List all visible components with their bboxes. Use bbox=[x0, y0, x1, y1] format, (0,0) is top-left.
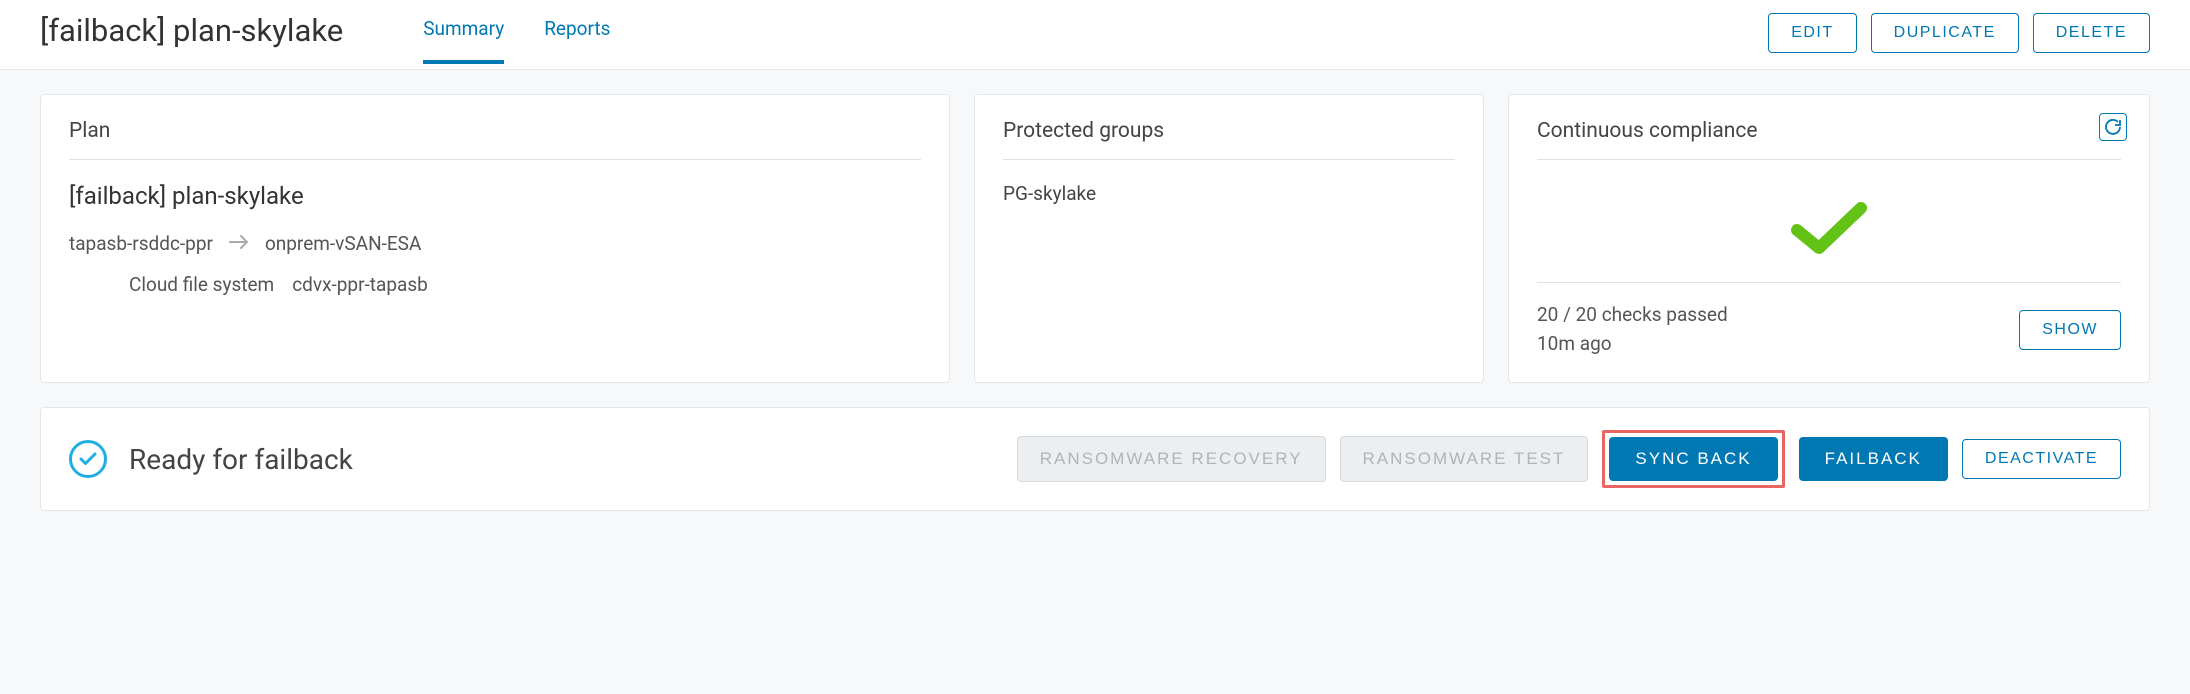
compliance-card: Continuous compliance 20 / 20 checks pas… bbox=[1508, 94, 2150, 383]
ransomware-test-button: RANSOMWARE TEST bbox=[1340, 436, 1589, 482]
pg-card-title: Protected groups bbox=[1003, 119, 1455, 160]
page-header: [failback] plan-skylake Summary Reports … bbox=[0, 0, 2190, 70]
cc-footer: 20 / 20 checks passed 10m ago SHOW bbox=[1537, 282, 2121, 358]
failback-button[interactable]: FAILBACK bbox=[1799, 437, 1948, 481]
edit-button[interactable]: EDIT bbox=[1768, 13, 1856, 53]
tabs: Summary Reports bbox=[423, 17, 610, 64]
plan-target: onprem-vSAN-ESA bbox=[265, 232, 421, 255]
show-button[interactable]: SHOW bbox=[2019, 310, 2121, 350]
page-title: [failback] plan-skylake bbox=[40, 12, 343, 69]
pg-item: PG-skylake bbox=[1003, 182, 1455, 205]
cc-summary: 20 / 20 checks passed 10m ago bbox=[1537, 301, 1728, 358]
plan-card-title: Plan bbox=[69, 119, 921, 160]
plan-cfs-value: cdvx-ppr-tapasb bbox=[292, 273, 428, 296]
compliance-status-icon-wrap bbox=[1537, 182, 2121, 282]
sync-back-button[interactable]: SYNC BACK bbox=[1609, 437, 1777, 481]
status-actions: RANSOMWARE RECOVERY RANSOMWARE TEST SYNC… bbox=[1017, 430, 2121, 488]
status-bar: Ready for failback RANSOMWARE RECOVERY R… bbox=[40, 407, 2150, 511]
plan-source: tapasb-rsddc-ppr bbox=[69, 232, 213, 255]
plan-cfs: Cloud file system cdvx-ppr-tapasb bbox=[69, 273, 921, 296]
status-text: Ready for failback bbox=[129, 443, 353, 476]
plan-name: [failback] plan-skylake bbox=[69, 182, 921, 210]
status-ok-icon bbox=[69, 440, 107, 478]
check-success-icon bbox=[1789, 200, 1869, 256]
refresh-icon[interactable] bbox=[2099, 113, 2127, 141]
tab-reports[interactable]: Reports bbox=[544, 17, 610, 64]
plan-path: tapasb-rsddc-ppr onprem-vSAN-ESA bbox=[69, 232, 921, 255]
protected-groups-card: Protected groups PG-skylake bbox=[974, 94, 1484, 383]
cc-checks-line: 20 / 20 checks passed bbox=[1537, 301, 1728, 330]
cards-row: Plan [failback] plan-skylake tapasb-rsdd… bbox=[0, 70, 2190, 407]
header-actions: EDIT DUPLICATE DELETE bbox=[1768, 13, 2150, 69]
plan-cfs-label: Cloud file system bbox=[129, 273, 274, 296]
sync-back-highlight: SYNC BACK bbox=[1602, 430, 1784, 488]
cc-card-title: Continuous compliance bbox=[1537, 119, 2121, 160]
plan-card: Plan [failback] plan-skylake tapasb-rsdd… bbox=[40, 94, 950, 383]
duplicate-button[interactable]: DUPLICATE bbox=[1871, 13, 2019, 53]
arrow-right-icon bbox=[229, 232, 249, 255]
ransomware-recovery-button: RANSOMWARE RECOVERY bbox=[1017, 436, 1326, 482]
cc-time: 10m ago bbox=[1537, 330, 1728, 359]
delete-button[interactable]: DELETE bbox=[2033, 13, 2150, 53]
tab-summary[interactable]: Summary bbox=[423, 17, 504, 64]
deactivate-button[interactable]: DEACTIVATE bbox=[1962, 439, 2121, 479]
